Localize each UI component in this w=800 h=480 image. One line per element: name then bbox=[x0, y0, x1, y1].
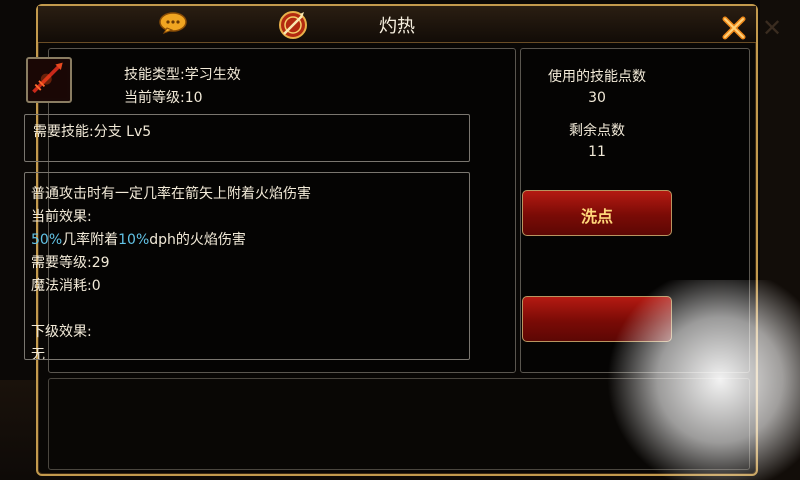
next-effect-label: 下级效果: bbox=[31, 324, 92, 340]
used-points-value: 30 bbox=[588, 90, 606, 106]
wash-points-button[interactable]: 洗点 bbox=[522, 190, 672, 236]
mana-cost: 魔法消耗:0 bbox=[31, 278, 101, 294]
description-box[interactable]: 普通攻击时有一定几率在箭矢上附着火焰伤害 当前效果: 50%几率附着10%dph… bbox=[24, 172, 470, 360]
effect-text-1: 几率附着 bbox=[62, 232, 119, 248]
skill-requirement: 需要技能:分支 Lv5 bbox=[33, 124, 152, 140]
used-points-label: 使用的技能点数 bbox=[548, 69, 646, 85]
effect-text-2: dph的火焰伤害 bbox=[149, 232, 246, 248]
remaining-points-value: 11 bbox=[588, 144, 606, 160]
next-effect-text: 无 bbox=[31, 347, 45, 360]
wash-points-label: 洗点 bbox=[580, 207, 613, 226]
dialog-title: 灼热 bbox=[379, 16, 415, 37]
skill-description: 普通攻击时有一定几率在箭矢上附着火焰伤害 bbox=[31, 186, 311, 202]
required-level: 需要等级:29 bbox=[31, 255, 110, 271]
close-icon[interactable] bbox=[720, 14, 748, 42]
background-close-icon: ✕ bbox=[762, 14, 783, 42]
remaining-points-label: 剩余点数 bbox=[569, 123, 625, 139]
requirement-box: 需要技能:分支 Lv5 bbox=[24, 114, 470, 162]
current-effect-label: 当前效果: bbox=[31, 209, 92, 225]
fire-arrow-skill-icon bbox=[26, 57, 72, 103]
skill-type: 技能类型:学习生效 bbox=[124, 67, 241, 83]
dialog-titlebar: 灼热 bbox=[38, 6, 756, 43]
current-effect-text: 50%几率附着10%dph的火焰伤害 bbox=[31, 229, 246, 249]
screen-glare bbox=[600, 280, 800, 480]
effect-chance: 50% bbox=[31, 232, 63, 248]
skill-current-level: 当前等级:10 bbox=[124, 90, 203, 106]
effect-damage: 10% bbox=[118, 232, 150, 248]
